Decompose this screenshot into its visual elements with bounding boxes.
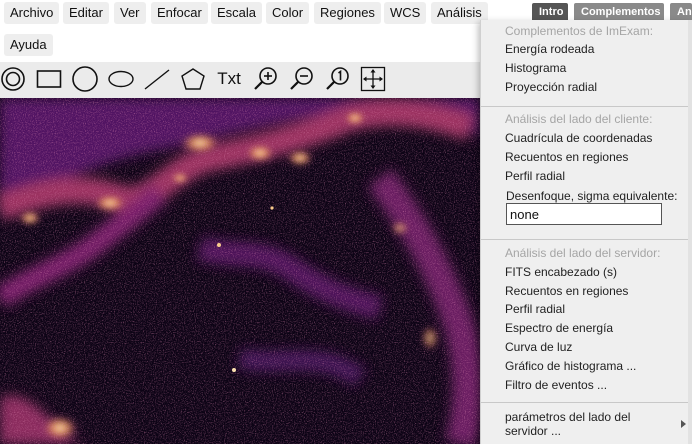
box-icon[interactable] xyxy=(36,64,62,94)
menu-item-counts-in-regions-server[interactable]: Recuentos en regiones xyxy=(505,284,628,298)
menu-wcs[interactable]: WCS xyxy=(384,2,427,24)
menu-item-histogram[interactable]: Histograma xyxy=(505,61,566,75)
annulus-icon[interactable] xyxy=(0,64,26,94)
region-toolbar: Txt xyxy=(0,62,480,98)
menu-item-histogram-plot[interactable]: Gráfico de histograma ... xyxy=(505,359,636,373)
image-display[interactable] xyxy=(0,98,480,444)
separator xyxy=(481,239,692,240)
menu-item-fits-header[interactable]: FITS encabezado (s) xyxy=(505,265,617,279)
circle-icon[interactable] xyxy=(71,64,99,94)
separator xyxy=(481,402,692,403)
menu-view[interactable]: Ver xyxy=(114,2,146,24)
server-params-line1: parámetros del lado del xyxy=(505,410,631,424)
menu-item-coordinate-grid[interactable]: Cuadrícula de coordenadas xyxy=(505,131,652,145)
ellipse-icon[interactable] xyxy=(107,64,135,94)
menu-item-energy-spectrum[interactable]: Espectro de energía xyxy=(505,321,613,335)
blur-sigma-input[interactable] xyxy=(506,203,662,225)
menu-item-event-filter[interactable]: Filtro de eventos ... xyxy=(505,378,607,392)
menu-item-encircled-energy[interactable]: Energía rodeada xyxy=(505,42,594,56)
client-analysis-header: Análisis del lado del cliente: xyxy=(505,112,653,126)
zoom-in-icon[interactable] xyxy=(252,64,280,94)
menu-item-light-curve[interactable]: Curva de luz xyxy=(505,340,572,354)
x-ray-image xyxy=(0,98,480,444)
polygon-icon[interactable] xyxy=(180,64,206,94)
menu-file[interactable]: Archivo xyxy=(4,2,60,24)
separator xyxy=(481,106,692,107)
menu-item-radial-projection[interactable]: Proyección radial xyxy=(505,80,597,94)
menu-color[interactable]: Color xyxy=(266,2,310,24)
line-icon[interactable] xyxy=(143,64,171,94)
menu-item-server-params[interactable]: parámetros del lado del servidor ... xyxy=(505,410,630,438)
zoom-out-icon[interactable] xyxy=(288,64,316,94)
text-icon[interactable]: Txt xyxy=(214,64,244,94)
menu-frame[interactable]: Enfocar xyxy=(151,2,208,24)
server-params-line2: servidor ... xyxy=(505,424,562,438)
blur-sigma-label: Desenfoque, sigma equivalente: xyxy=(506,189,678,203)
menu-item-radial-profile-client[interactable]: Perfil radial xyxy=(505,169,565,183)
submenu-arrow-icon xyxy=(681,420,686,428)
menu-item-counts-in-regions-client[interactable]: Recuentos en regiones xyxy=(505,150,628,164)
menu-help[interactable]: Ayuda xyxy=(4,34,53,56)
analysis-dropdown-menu: Complementos de ImExam: Energía rodeada … xyxy=(480,20,692,444)
menu-regions[interactable]: Regiones xyxy=(314,2,381,24)
imexam-header: Complementos de ImExam: xyxy=(505,24,654,38)
menu-scale[interactable]: Escala xyxy=(211,2,263,24)
menu-item-radial-profile-server[interactable]: Perfil radial xyxy=(505,302,565,316)
zoom-1-icon[interactable] xyxy=(324,64,352,94)
pan-icon[interactable] xyxy=(360,64,386,94)
server-analysis-header: Análisis del lado del servidor: xyxy=(505,246,661,260)
menu-edit[interactable]: Editar xyxy=(63,2,109,24)
scrollbar[interactable] xyxy=(688,20,692,444)
